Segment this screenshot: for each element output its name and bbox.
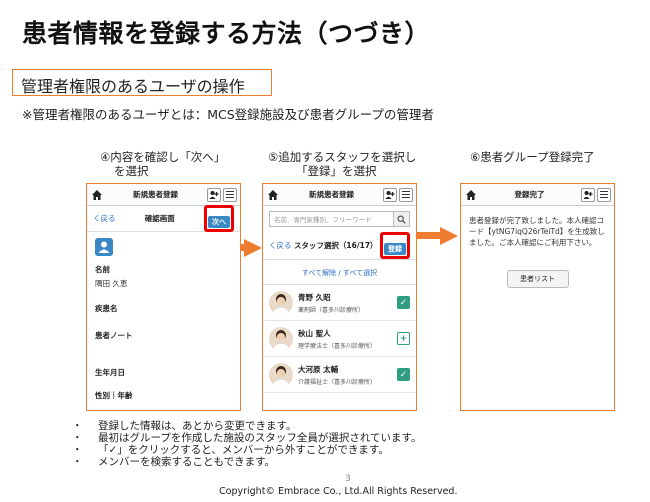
sub-title: スタッフ選択（16/17） bbox=[293, 241, 378, 250]
menu-icon[interactable] bbox=[399, 187, 413, 202]
next-button[interactable]: 次へ bbox=[208, 216, 230, 228]
staff-role: 薬剤師（喜多川診療所） bbox=[298, 306, 365, 314]
staff-avatar bbox=[269, 326, 293, 351]
field-label-gender-age: 性別｜年齢 bbox=[95, 391, 133, 400]
home-icon[interactable] bbox=[266, 188, 280, 202]
back-link[interactable]: く戻る bbox=[269, 240, 292, 251]
back-link[interactable]: く戻る bbox=[93, 213, 116, 224]
staff-checkbox-checked[interactable]: ✓ bbox=[397, 296, 410, 309]
patient-list-button[interactable]: 患者リスト bbox=[506, 270, 569, 288]
subbar: く戻る 確認画面 次へ bbox=[87, 205, 240, 232]
add-user-icon[interactable] bbox=[383, 187, 397, 202]
completion-message: 患者登録が完了致しました。本人確認コード【ytNG7iqQ26rTeiTd】を生… bbox=[469, 216, 605, 247]
step-5-label: ⑤追加するスタッフを選択し 「登録」を選択 bbox=[268, 150, 417, 178]
admin-note: ※管理者権限のあるユーザとは：MCS登録施設及び患者グループの管理者 bbox=[22, 107, 434, 122]
slide-title: 患者情報を登録する方法（つづき） bbox=[22, 19, 431, 48]
highlight-frame: 登録 bbox=[380, 232, 410, 259]
search-box[interactable]: 名前、専門家種別、フリーワード bbox=[269, 211, 410, 227]
screen-complete: 登録完了 患者登録が完了致しました。本人確認コード【ytNG7iqQ26rTei… bbox=[460, 183, 615, 411]
note-item: メンバーを検索することもできます。 bbox=[72, 456, 422, 468]
flow-arrow-2-head bbox=[440, 227, 458, 245]
note-item: 登録した情報は、あとから変更できます。 bbox=[72, 420, 422, 432]
section-heading: 管理者権限のあるユーザの操作 bbox=[12, 69, 272, 96]
home-icon[interactable] bbox=[90, 188, 104, 202]
header-title: 登録完了 bbox=[514, 190, 545, 199]
highlight-frame: 次へ bbox=[204, 205, 234, 232]
staff-role: 理学療法士（喜多川診療所） bbox=[298, 342, 377, 350]
staff-row[interactable]: 大河原 太輔 介護福祉士（喜多川診療所） ✓ bbox=[263, 357, 416, 393]
staff-row[interactable]: 秋山 聖人 理学療法士（喜多川診療所） + bbox=[263, 321, 416, 357]
sub-title: 確認画面 bbox=[144, 214, 175, 223]
staff-checkbox-checked[interactable]: ✓ bbox=[397, 368, 410, 381]
flow-arrow-2 bbox=[417, 232, 442, 239]
app-header: 登録完了 bbox=[461, 184, 614, 206]
register-button[interactable]: 登録 bbox=[384, 243, 406, 255]
patient-avatar bbox=[95, 238, 113, 256]
staff-role: 介護福祉士（喜多川診療所） bbox=[298, 378, 377, 386]
subbar: く戻る スタッフ選択（16/17） 登録 bbox=[263, 232, 416, 260]
note-item: 最初はグループを作成した施設のスタッフ全員が選択されています。 bbox=[72, 432, 422, 444]
search-input[interactable]: 名前、専門家種別、フリーワード bbox=[270, 214, 393, 224]
field-label-note: 患者ノート bbox=[95, 331, 133, 340]
field-label-birthday: 生年月日 bbox=[95, 368, 125, 377]
copyright: Copyright© Embrace Co., Ltd.All Rights R… bbox=[219, 486, 458, 497]
notes-list: 登録した情報は、あとから変更できます。 最初はグループを作成した施設のスタッフ全… bbox=[72, 420, 422, 468]
page-number: 3 bbox=[345, 474, 351, 484]
field-label-name: 名前 bbox=[95, 265, 110, 274]
staff-avatar bbox=[269, 290, 293, 315]
app-header: 新規患者登録 bbox=[263, 184, 416, 206]
menu-icon[interactable] bbox=[597, 187, 611, 202]
flow-arrow-1-head bbox=[244, 239, 262, 257]
staff-row[interactable]: 青野 久昭 薬剤師（喜多川診療所） ✓ bbox=[263, 285, 416, 321]
field-label-disease: 疾患名 bbox=[95, 304, 118, 313]
screen-confirm: 新規患者登録 く戻る 確認画面 次へ 名前 隅田 久恵 疾患名 患者ノート 生年… bbox=[86, 183, 241, 411]
staff-checkbox-unchecked[interactable]: + bbox=[397, 332, 410, 345]
add-user-icon[interactable] bbox=[581, 187, 595, 202]
home-icon[interactable] bbox=[464, 188, 478, 202]
search-icon[interactable] bbox=[393, 212, 409, 226]
header-title: 新規患者登録 bbox=[133, 190, 178, 199]
app-header: 新規患者登録 bbox=[87, 184, 240, 206]
header-title: 新規患者登録 bbox=[309, 190, 354, 199]
note-item: 「✓」をクリックすると、メンバーから外すことができます。 bbox=[72, 444, 422, 456]
add-user-icon[interactable] bbox=[207, 187, 221, 202]
screen-staff-select: 新規患者登録 名前、専門家種別、フリーワード く戻る スタッフ選択（16/17）… bbox=[262, 183, 417, 411]
staff-avatar bbox=[269, 362, 293, 387]
step-6-label: ⑥患者グループ登録完了 bbox=[470, 150, 595, 164]
staff-name: 大河原 太輔 bbox=[298, 364, 339, 374]
step-4-label: ④内容を確認し「次へ」 を選択 bbox=[100, 150, 226, 178]
staff-name: 秋山 聖人 bbox=[298, 328, 331, 338]
field-value-name: 隅田 久恵 bbox=[95, 279, 128, 288]
select-all-links[interactable]: すべて解除 / すべて選択 bbox=[263, 260, 416, 285]
menu-icon[interactable] bbox=[223, 187, 237, 202]
staff-name: 青野 久昭 bbox=[298, 292, 331, 302]
